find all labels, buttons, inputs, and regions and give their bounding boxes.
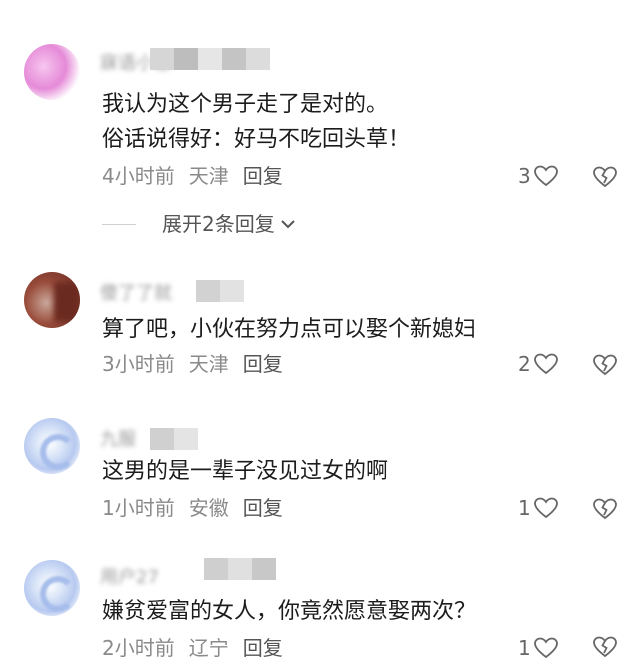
broken-heart-icon[interactable]: [592, 352, 618, 378]
like-count: 3: [518, 164, 531, 188]
like-button[interactable]: 1: [518, 494, 559, 522]
reply-button[interactable]: 回复: [243, 352, 283, 376]
reply-button[interactable]: 回复: [243, 496, 283, 520]
like-button[interactable]: 1: [518, 634, 559, 662]
avatar[interactable]: [24, 44, 80, 100]
avatar[interactable]: [24, 418, 80, 474]
username-mosaic: [196, 280, 244, 302]
reply-button[interactable]: 回复: [243, 164, 283, 188]
avatar[interactable]: [24, 560, 80, 616]
comment-location: 天津: [188, 164, 229, 188]
comment-text-line: 算了吧，小伙在努力点可以娶个新媳妇: [102, 317, 477, 342]
divider: [102, 223, 136, 225]
chevron-down-icon: [281, 220, 295, 229]
username-mosaic: [204, 558, 276, 580]
username[interactable]: 用户27: [100, 566, 159, 590]
like-count: 1: [518, 496, 531, 520]
comment-meta: 2小时前 辽宁 回复: [102, 634, 283, 662]
comment-text-line: 我认为这个男子走了是对的。: [102, 92, 389, 117]
comment-time: 2小时前: [102, 636, 175, 660]
broken-heart-icon[interactable]: [592, 164, 618, 190]
username-mosaic: [150, 48, 270, 70]
comment-text-line: 嫌贫爱富的女人，你竟然愿意娶两次？: [102, 599, 477, 624]
like-count: 2: [518, 352, 531, 376]
comment-time: 4小时前: [102, 164, 175, 188]
comment-meta: 4小时前 天津 回复: [102, 162, 283, 190]
comment-location: 天津: [188, 352, 229, 376]
like-button[interactable]: 3: [518, 162, 559, 190]
heart-outline-icon: [533, 497, 558, 519]
broken-heart-icon[interactable]: [592, 496, 618, 522]
heart-outline-icon: [533, 353, 558, 375]
heart-outline-icon: [533, 165, 558, 187]
comment-text-line: 俗话说得好：好马不吃回头草！: [102, 127, 411, 152]
broken-heart-icon[interactable]: [592, 634, 618, 660]
like-count: 1: [518, 636, 531, 660]
like-button[interactable]: 2: [518, 350, 559, 378]
comment-location: 安徽: [188, 496, 229, 520]
reply-button[interactable]: 回复: [243, 636, 283, 660]
avatar[interactable]: [24, 272, 80, 328]
username-mosaic: [150, 428, 198, 450]
comment-time: 3小时前: [102, 352, 175, 376]
comment-meta: 3小时前 天津 回复: [102, 350, 283, 378]
expand-replies-label: 展开2条回复: [162, 212, 275, 236]
comment-time: 1小时前: [102, 496, 175, 520]
comment-text-line: 这男的是一辈子没见过女的啊: [102, 459, 389, 484]
username[interactable]: 九服: [100, 428, 136, 452]
comment-location: 辽宁: [188, 636, 229, 660]
comment-meta: 1小时前 安徽 回复: [102, 494, 283, 522]
heart-outline-icon: [533, 637, 558, 659]
username[interactable]: 傻了了就: [100, 282, 172, 306]
expand-replies-button[interactable]: 展开2条回复: [102, 210, 297, 238]
